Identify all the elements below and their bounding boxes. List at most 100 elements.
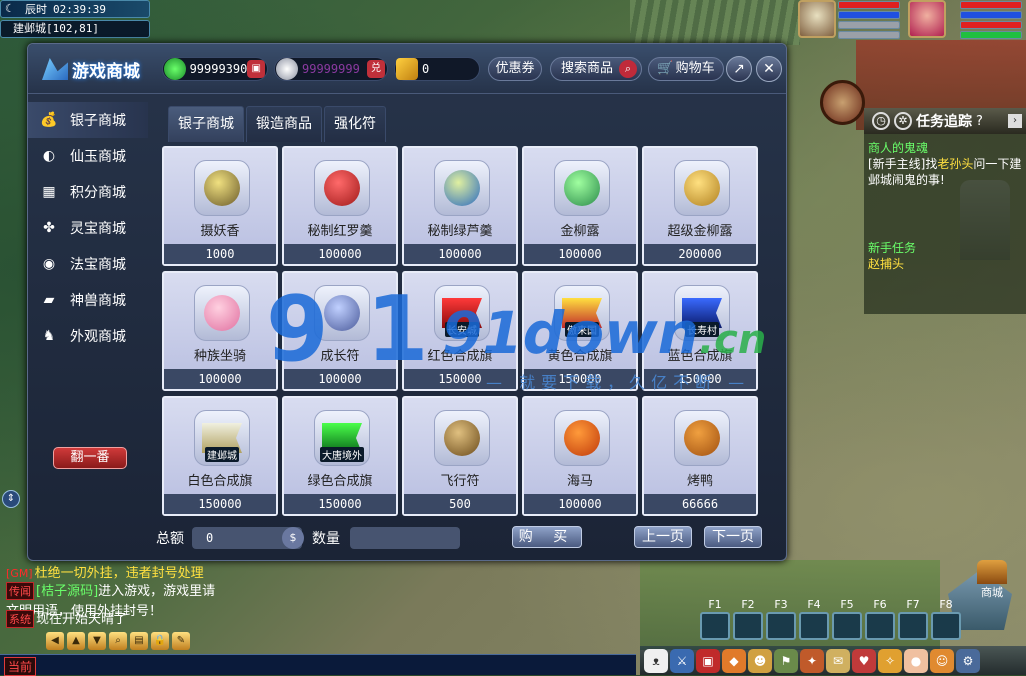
hotkey-slot[interactable]: [700, 612, 730, 640]
shop-item-card[interactable]: 傲来国 黄色合成旗 150000: [522, 271, 638, 391]
quest-icon[interactable]: ✦: [800, 648, 824, 673]
sidebar-item-4[interactable]: ◉ 法宝商城: [28, 246, 148, 282]
shop-item-card[interactable]: 种族坐骑 100000: [162, 271, 278, 391]
newbie-quest-title[interactable]: 新手任务: [868, 240, 1022, 256]
sidebar-item-3[interactable]: ✤ 灵宝商城: [28, 210, 148, 246]
system-tag: 系统: [6, 610, 34, 628]
arrow-up-icon[interactable]: ▲: [67, 632, 85, 650]
export-icon[interactable]: ↗: [726, 56, 752, 82]
buy-button[interactable]: 购 买: [512, 526, 582, 548]
player-portrait[interactable]: [908, 0, 946, 38]
quantity-input[interactable]: [350, 527, 460, 549]
hotkey-f3[interactable]: F3: [766, 598, 796, 640]
shop-title-bar[interactable]: 游戏商城 99999390 ▣ 99999999 兑 0 优惠券 搜索商品 ⌕ …: [28, 44, 786, 94]
hotkey-slot[interactable]: [766, 612, 796, 640]
hotkey-f1[interactable]: F1: [700, 598, 730, 640]
scroll-icon[interactable]: ✉: [826, 648, 850, 673]
clear-icon[interactable]: ✎: [172, 632, 190, 650]
sidebar-item-label: 外观商城: [70, 329, 126, 345]
recharge-button[interactable]: ▣: [247, 60, 265, 78]
arrow-down-icon[interactable]: ▼: [88, 632, 106, 650]
bag-icon[interactable]: ▣: [696, 648, 720, 673]
player-mp-bar: [960, 11, 1022, 19]
team-icon[interactable]: ☻: [748, 648, 772, 673]
quest-npc-link[interactable]: 老孙头: [937, 157, 973, 171]
item-price: 100000: [284, 244, 396, 264]
lock-icon[interactable]: 🔒: [151, 632, 169, 650]
search-icon[interactable]: ⌕: [109, 632, 127, 650]
timer-icon[interactable]: ◷: [872, 112, 890, 130]
hotkey-f2[interactable]: F2: [733, 598, 763, 640]
chat-system-message: 系统 现在开始天晴了: [6, 608, 127, 628]
chat-gm-message: [GM] 杜绝一切外挂，违者封号处理: [6, 562, 204, 581]
shop-item-card[interactable]: 秘制红罗羹 100000: [282, 146, 398, 266]
sidebar-item-0[interactable]: 💰 银子商城: [28, 102, 148, 138]
sidebar-item-2[interactable]: ▦ 积分商城: [28, 174, 148, 210]
search-products-button[interactable]: 搜索商品 ⌕: [550, 57, 642, 81]
tab-1[interactable]: 锻造商品: [246, 106, 322, 142]
hotkey-slot[interactable]: [931, 612, 961, 640]
shop-city-button[interactable]: 商城: [970, 560, 1014, 600]
rumor-player[interactable]: [桔子源码]: [36, 584, 98, 599]
chat-channel-button[interactable]: 当前: [4, 657, 37, 676]
shop-item-card[interactable]: 大唐境外 绿色合成旗 150000: [282, 396, 398, 516]
previous-page-button[interactable]: 上一页: [634, 526, 692, 548]
hotkey-f4[interactable]: F4: [799, 598, 829, 640]
hotkey-f8[interactable]: F8: [931, 598, 961, 640]
hotkey-slot[interactable]: [733, 612, 763, 640]
jade-icon: ◐: [42, 148, 56, 164]
gear-icon[interactable]: ✲: [894, 112, 912, 130]
arrow-left-icon[interactable]: ◀: [46, 632, 64, 650]
settings-icon[interactable]: ⚙: [956, 648, 980, 673]
shop-item-card[interactable]: 超级金柳露 200000: [642, 146, 758, 266]
lottery-button[interactable]: 翻一番: [53, 447, 127, 469]
hotkey-f7[interactable]: F7: [898, 598, 928, 640]
peach-icon[interactable]: ●: [904, 648, 928, 673]
pet-icon[interactable]: ᴥ: [644, 648, 668, 673]
moon-icon: ☾: [5, 2, 12, 15]
pet-portrait[interactable]: [798, 0, 836, 38]
friends-icon[interactable]: ♥: [852, 648, 876, 673]
guild-icon[interactable]: ⚑: [774, 648, 798, 673]
skills-icon[interactable]: ✧: [878, 648, 902, 673]
flag-city-label: 长安城: [445, 322, 479, 337]
shop-item-card[interactable]: 成长符 100000: [282, 271, 398, 391]
hotkey-slot[interactable]: [865, 612, 895, 640]
sidebar-item-6[interactable]: ♞ 外观商城: [28, 318, 148, 354]
exchange-button[interactable]: 兑: [367, 60, 385, 78]
hotkey-slot[interactable]: [832, 612, 862, 640]
location-coordinates[interactable]: 建邺城[102,81]: [0, 20, 150, 38]
newbie-quest-npc[interactable]: 赵捕头: [868, 256, 1022, 272]
close-icon[interactable]: ✕: [756, 56, 782, 82]
shop-item-card[interactable]: 烤鸭 66666: [642, 396, 758, 516]
collapse-icon[interactable]: ›: [1008, 114, 1022, 128]
hotkey-f5[interactable]: F5: [832, 598, 862, 640]
hotkey-f6[interactable]: F6: [865, 598, 895, 640]
hotkey-slot[interactable]: [799, 612, 829, 640]
tab-0[interactable]: 银子商城: [168, 106, 244, 142]
shopping-cart-button[interactable]: 🛒 购物车: [648, 57, 724, 81]
tab-2[interactable]: 强化符: [324, 106, 386, 142]
sidebar-item-5[interactable]: ▰ 神兽商城: [28, 282, 148, 318]
shop-item-card[interactable]: 飞行符 500: [402, 396, 518, 516]
emote-icon[interactable]: ☺: [930, 648, 954, 673]
sidebar-item-1[interactable]: ◐ 仙玉商城: [28, 138, 148, 174]
help-icon[interactable]: ?: [976, 114, 983, 129]
next-page-button[interactable]: 下一页: [704, 526, 762, 548]
quest-name[interactable]: 商人的鬼魂: [868, 140, 1022, 156]
coupon-button[interactable]: 优惠券: [488, 57, 542, 81]
shop-item-card[interactable]: 秘制绿芦羹 100000: [402, 146, 518, 266]
pet-bag-icon[interactable]: ◆: [722, 648, 746, 673]
shop-item-card[interactable]: 长寿村 蓝色合成旗 150000: [642, 271, 758, 391]
shop-item-card[interactable]: 海马 100000: [522, 396, 638, 516]
shop-item-card[interactable]: 摄妖香 1000: [162, 146, 278, 266]
shop-item-card[interactable]: 长安城 红色合成旗 150000: [402, 271, 518, 391]
sword-icon[interactable]: ⚔: [670, 648, 694, 673]
filter-icon[interactable]: ▤: [130, 632, 148, 650]
hotkey-slot[interactable]: [898, 612, 928, 640]
shop-item-card[interactable]: 金柳露 100000: [522, 146, 638, 266]
item-glyph: [444, 420, 480, 456]
item-price: 150000: [284, 494, 396, 514]
chat-input-bar[interactable]: 当前: [0, 654, 636, 676]
hotkey-label: F8: [939, 598, 953, 611]
